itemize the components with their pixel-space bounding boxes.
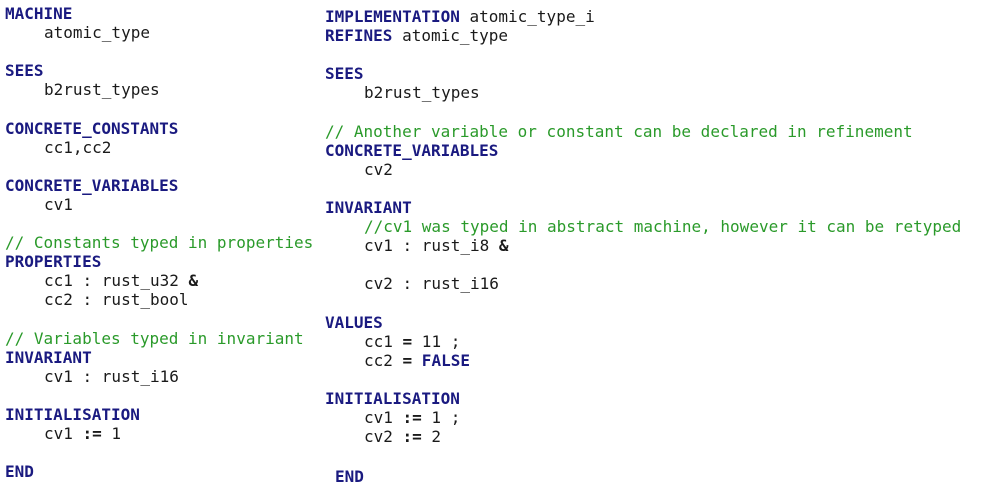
code-line: cc2 : rust_bool	[5, 290, 313, 309]
keyword-initialisation: INITIALISATION	[325, 388, 460, 408]
sees-value: b2rust_types	[364, 83, 480, 103]
keyword-refines: REFINES	[325, 26, 393, 46]
comment: // Another variable or constant can be d…	[325, 121, 913, 141]
operator: &	[498, 236, 509, 256]
operator: :=	[402, 407, 422, 427]
code-line: b2rust_types	[5, 80, 313, 99]
code-line: cc2 = FALSE	[325, 351, 961, 370]
value-literal-false: FALSE	[412, 350, 470, 370]
code-line: cc1 = 11 ;	[325, 332, 961, 351]
init-var: cv1	[364, 407, 403, 427]
code-line: cc1 : rust_u32 &	[5, 271, 313, 290]
keyword-machine: MACHINE	[5, 4, 73, 23]
code-line: atomic_type	[5, 23, 313, 42]
init-var: cv1	[44, 424, 83, 444]
keyword-implementation: IMPLEMENTATION	[325, 7, 460, 26]
init-value: 2	[421, 427, 442, 447]
code-line: END	[5, 462, 313, 481]
code-line: PROPERTIES	[5, 252, 313, 271]
variables-value: cv2	[364, 159, 393, 179]
variables-value: cv1	[44, 194, 73, 214]
operator: =	[402, 350, 413, 370]
keyword-invariant: INVARIANT	[5, 347, 92, 367]
keyword-values: VALUES	[325, 312, 383, 332]
code-line: CONCRETE_CONSTANTS	[5, 119, 313, 138]
code-line: cv2 : rust_i16	[325, 274, 961, 293]
code-line: cv2 := 2	[325, 427, 961, 446]
property-line: cc2 : rust_bool	[44, 290, 189, 310]
code-line: b2rust_types	[325, 83, 961, 102]
keyword-initialisation: INITIALISATION	[5, 404, 140, 424]
value-var: cc1	[364, 331, 403, 351]
code-line: cc1,cc2	[5, 138, 313, 157]
init-value: 1 ;	[421, 407, 461, 427]
machine-name: atomic_type	[44, 23, 150, 43]
code-line: // Variables typed in invariant	[5, 329, 313, 348]
operator: &	[188, 271, 199, 291]
keyword-concrete-variables: CONCRETE_VARIABLES	[5, 175, 179, 195]
value-var: cc2	[364, 350, 403, 370]
keyword-sees: SEES	[5, 61, 44, 81]
comment: // Variables typed in invariant	[5, 328, 304, 348]
keyword-concrete-constants: CONCRETE_CONSTANTS	[5, 118, 179, 138]
code-line: IMPLEMENTATION atomic_type_i	[325, 7, 961, 26]
keyword-properties: PROPERTIES	[5, 252, 102, 272]
code-line: INVARIANT	[5, 348, 313, 367]
code-line: SEES	[5, 61, 313, 80]
code-line: // Another variable or constant can be d…	[325, 122, 961, 141]
code-line: MACHINE	[5, 4, 313, 23]
operator: :=	[402, 427, 422, 447]
code-line: CONCRETE_VARIABLES	[325, 141, 961, 160]
code-line: cv1 : rust_i16	[5, 367, 313, 386]
property-line: cc1 : rust_u32	[44, 271, 189, 291]
code-line: cv2	[325, 160, 961, 179]
invariant-line: cv1 : rust_i8	[364, 236, 499, 256]
comment: // Constants typed in properties	[5, 233, 314, 253]
constants-value: cc1,cc2	[44, 137, 112, 157]
code-line: //cv1 was typed in abstract machine, how…	[325, 217, 961, 236]
init-value: 1	[101, 424, 122, 444]
implementation-name: atomic_type_i	[459, 7, 595, 26]
keyword-invariant: INVARIANT	[325, 197, 412, 217]
code-line: INITIALISATION	[5, 405, 313, 424]
code-line: cv1 := 1 ;	[325, 408, 961, 427]
init-var: cv2	[364, 427, 403, 447]
code-line: cv1 : rust_i8 &	[325, 236, 961, 255]
keyword-concrete-variables: CONCRETE_VARIABLES	[325, 140, 499, 160]
code-line: CONCRETE_VARIABLES	[5, 176, 313, 195]
keyword-end: END	[335, 467, 364, 486]
code-line: END	[335, 467, 364, 486]
code-line: SEES	[325, 64, 961, 83]
invariant-line: cv2 : rust_i16	[364, 274, 499, 294]
code-line: cv1	[5, 195, 313, 214]
code-line: INVARIANT	[325, 198, 961, 217]
value-literal: 11 ;	[412, 331, 461, 351]
operator: :=	[82, 424, 102, 444]
refines-name: atomic_type	[392, 26, 509, 46]
comment: //cv1 was typed in abstract machine, how…	[364, 217, 962, 237]
invariant-line: cv1 : rust_i16	[44, 366, 179, 386]
code-line: // Constants typed in properties	[5, 233, 313, 252]
sees-value: b2rust_types	[44, 80, 160, 100]
operator: =	[402, 331, 413, 351]
keyword-sees: SEES	[325, 64, 364, 84]
code-line: INITIALISATION	[325, 389, 961, 408]
code-line: cv1 := 1	[5, 424, 313, 443]
code-line: REFINES atomic_type	[325, 26, 961, 45]
keyword-end: END	[5, 462, 34, 482]
code-line: VALUES	[325, 313, 961, 332]
right-code-pane: IMPLEMENTATION atomic_type_i REFINES ato…	[325, 7, 961, 446]
left-code-pane: MACHINE atomic_type SEES b2rust_types CO…	[5, 4, 313, 481]
